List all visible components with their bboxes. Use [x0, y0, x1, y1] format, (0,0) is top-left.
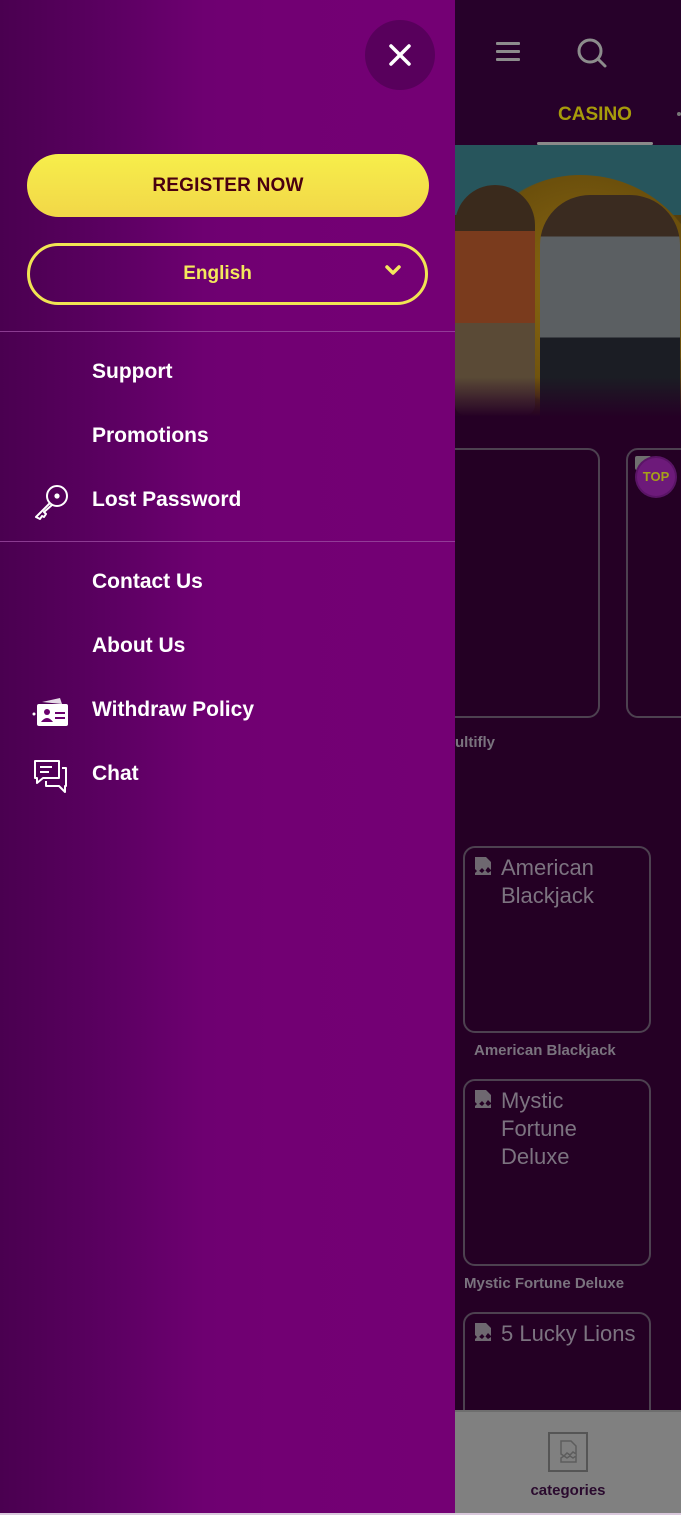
broken-image-icon [475, 1323, 491, 1341]
menu-item-promotions[interactable]: Promotions [0, 410, 455, 462]
menu-item-label: Chat [92, 762, 139, 785]
menu-item-about-us[interactable]: About Us [0, 620, 455, 672]
categories-label[interactable]: categories [455, 1482, 681, 1499]
menu-item-label: Contact Us [92, 570, 203, 593]
menu-item-chat[interactable]: Chat [0, 748, 455, 800]
game-card-title: 5 Lucky Lions [501, 1321, 636, 1346]
chat-icon [34, 760, 67, 793]
menu-item-label: Lost Password [92, 488, 242, 511]
close-icon [389, 44, 411, 66]
game-card[interactable]: American Blackjack [463, 846, 651, 1033]
chevron-down-icon [385, 265, 401, 275]
broken-image-icon [560, 1440, 577, 1463]
game-card[interactable]: Mystic Fortune Deluxe [463, 1079, 651, 1266]
id-card-icon [32, 698, 68, 726]
game-card-caption: American Blackjack [474, 1042, 616, 1059]
game-card-title: Mystic Fortune Deluxe [501, 1088, 577, 1169]
key-icon [35, 485, 68, 520]
menu-item-support[interactable]: Support [0, 346, 455, 398]
language-selected-value: English [183, 263, 252, 284]
register-now-button[interactable]: REGISTER NOW [27, 154, 429, 217]
menu-item-contact-us[interactable]: Contact Us [0, 556, 455, 608]
side-drawer: REGISTER NOW English Support Promotions … [0, 0, 455, 1513]
menu-item-withdraw-policy[interactable]: Withdraw Policy [0, 684, 455, 736]
menu-item-label: Promotions [92, 424, 209, 447]
categories-button[interactable] [548, 1432, 588, 1472]
menu-item-label: Withdraw Policy [92, 698, 255, 721]
game-card-caption: Mystic Fortune Deluxe [464, 1275, 625, 1292]
menu-item-lost-password[interactable]: Lost Password [0, 474, 455, 526]
tab-casino[interactable]: CASINO [537, 100, 653, 145]
language-select[interactable]: English [27, 243, 428, 305]
menu-item-label: Support [92, 360, 173, 383]
bottom-nav: categories [455, 1410, 681, 1513]
menu-item-label: About Us [92, 634, 186, 657]
game-card-title: American Blackjack [501, 855, 594, 908]
top-badge: TOP [637, 458, 675, 496]
close-button[interactable] [365, 20, 435, 90]
broken-image-icon [475, 1090, 491, 1108]
tab-next[interactable] [677, 112, 681, 116]
broken-image-icon [475, 857, 491, 875]
search-icon[interactable] [575, 36, 609, 70]
promo-banner[interactable] [455, 145, 681, 417]
divider [0, 541, 455, 542]
game-card-caption: ultifly [455, 734, 495, 751]
hamburger-icon[interactable] [496, 42, 520, 64]
divider [0, 331, 455, 332]
